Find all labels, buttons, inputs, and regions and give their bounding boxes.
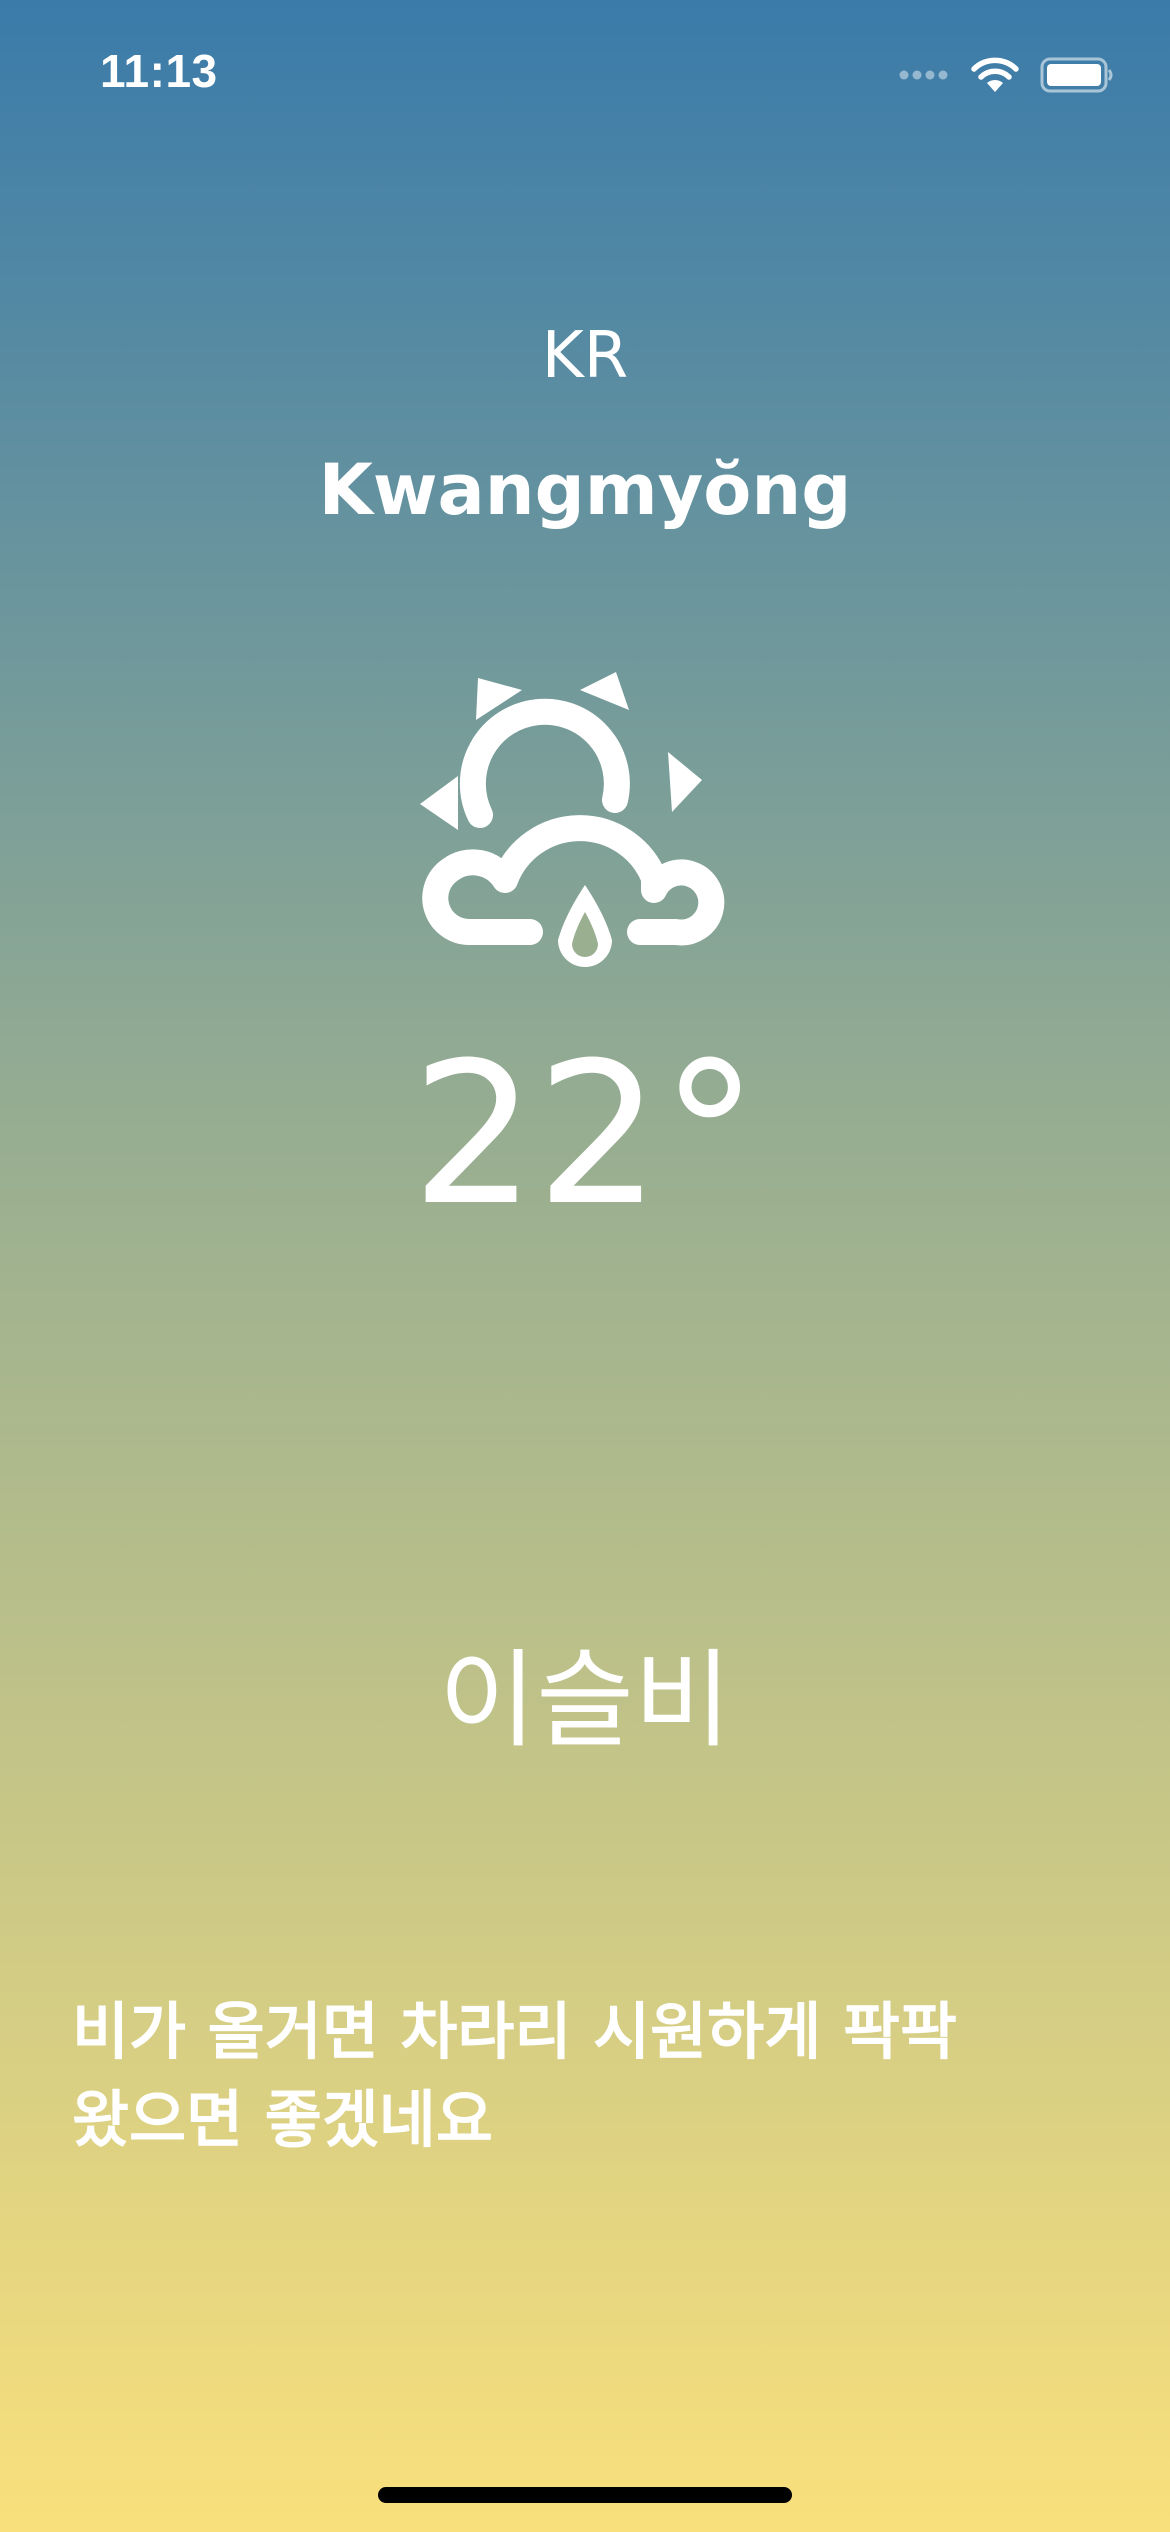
battery-icon: [1040, 57, 1113, 93]
status-bar: 11:13: [0, 0, 1170, 150]
temperature: 22°: [411, 1021, 759, 1249]
weather-message: 비가 올거면 차라리 시원하게 팍팍 왔으면 좋겠네요: [72, 1995, 957, 2156]
wifi-icon: [971, 57, 1019, 92]
status-icons: [898, 50, 1114, 100]
city-name: Kwangmyŏng: [318, 449, 852, 531]
partly-cloudy-rain-icon: [420, 672, 725, 967]
signal-dots-icon: [899, 70, 948, 80]
country-code: KR: [541, 319, 629, 393]
weather-screen: 11:13 KR Kwangmyŏng 22° 이슬비 비가 올거면 차라리 시…: [0, 0, 1170, 2532]
status-time: 11:13: [100, 45, 218, 97]
home-indicator[interactable]: [378, 2487, 792, 2503]
weather-condition: 이슬비: [438, 1639, 732, 1762]
